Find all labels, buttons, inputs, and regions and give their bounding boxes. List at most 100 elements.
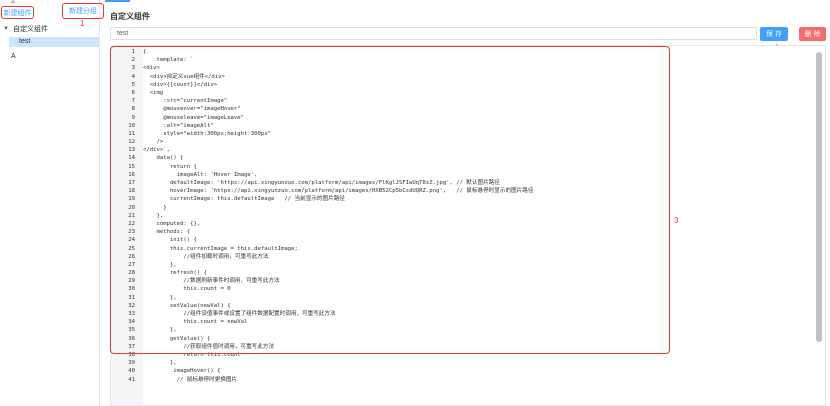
code-line: 15 return { — [111, 163, 811, 171]
line-number: 14 — [128, 155, 135, 162]
line-number: 21 — [128, 212, 135, 219]
line-code: // 鼠标悬停时更换图片 — [143, 376, 238, 383]
line-code: @mouseleave="imageLeave" — [143, 114, 245, 121]
line-code: refresh() { — [143, 270, 207, 277]
line-number: 17 — [128, 180, 135, 186]
tree-node-test[interactable]: test — [9, 37, 99, 47]
line-number: 24 — [128, 237, 135, 244]
line-code: methods: { — [143, 229, 191, 236]
line-code: /> — [143, 139, 164, 146]
line-number: 38 — [128, 351, 135, 358]
line-code: }, — [143, 294, 177, 301]
code-line: 12 /> — [111, 138, 811, 146]
code-line: 34 this.count = newVal — [111, 318, 811, 326]
line-code: }, — [143, 360, 177, 367]
line-code: defaultImage: 'https://api.xingyunzuo.co… — [143, 180, 500, 186]
line-number: 19 — [128, 196, 135, 203]
line-code: }, — [143, 327, 177, 334]
line-number: 33 — [128, 311, 135, 317]
code-lines: 1{2 template: ` 3 <div> 4 <div>自定义vue组件</di… — [111, 48, 811, 384]
line-code: style="width:300px;height:300px" — [143, 130, 271, 137]
line-code: //数据刷新事件时调用，可重写此方法 — [143, 278, 280, 285]
code-line: 20 } — [111, 204, 811, 212]
component-name-input[interactable]: test — [110, 27, 757, 40]
line-number: 23 — [128, 229, 135, 236]
annotation-2: 2 — [11, 0, 16, 5]
save-button[interactable]: 保 存 — [760, 27, 788, 41]
tree-node-a[interactable]: A — [11, 53, 16, 60]
code-line: 3 <div> — [111, 64, 811, 72]
code-line: 39 }, — [111, 359, 811, 367]
line-code: this.count = newVal — [143, 319, 248, 326]
line-number: 27 — [128, 261, 135, 268]
code-line: 35 }, — [111, 326, 811, 334]
line-code: //获取组件值时调用，可重写此方法 — [143, 343, 275, 350]
line-code: <img — [143, 89, 164, 96]
line-number: 7 — [131, 98, 135, 105]
line-number: 26 — [128, 253, 135, 260]
code-line: 38 return this.count — [111, 351, 811, 359]
code-line: 11 style="width:300px;height:300px" — [111, 130, 811, 138]
line-number: 6 — [131, 89, 135, 96]
active-tab-indicator — [105, 0, 130, 2]
line-number: 40 — [128, 368, 135, 375]
line-code: currentImage: this.defaultImage // 当前显示的… — [143, 196, 345, 203]
line-code: @mouseover="imageHover" — [143, 106, 241, 113]
line-number: 22 — [128, 220, 135, 227]
line-code: }, — [143, 261, 177, 268]
code-line: 10 :alt="imageAlt" — [111, 122, 811, 130]
line-number: 37 — [128, 343, 135, 350]
code-line: 18 hoverImage: 'https://api.xingyunzuo.c… — [111, 187, 811, 195]
code-line: 41 // 鼠标悬停时更换图片 — [111, 376, 811, 384]
new-component-button[interactable]: 新建组件 — [1, 6, 34, 19]
code-line: 32 setValue(newVal) { — [111, 302, 811, 310]
line-code: getValue() { — [143, 335, 211, 342]
line-code: //组件设值事件或设置了组件数据配置时调用，可重写此方法 — [143, 311, 336, 317]
code-line: 37 //获取组件值时调用，可重写此方法 — [111, 343, 811, 351]
line-code: <div> — [143, 65, 160, 72]
line-number: 11 — [128, 130, 135, 137]
line-code: <div>自定义vue组件</div> — [143, 73, 225, 80]
line-number: 28 — [128, 270, 135, 277]
delete-button[interactable]: 删 除 — [799, 27, 826, 41]
line-number: 1 — [131, 49, 135, 55]
line-number: 30 — [128, 286, 135, 293]
line-code: this.count = 0 — [143, 286, 231, 293]
code-line: 22 computed: {}, — [111, 220, 811, 228]
code-line: 33 //组件设值事件或设置了组件数据配置时调用，可重写此方法 — [111, 310, 811, 318]
code-line: 14 data() { — [111, 154, 811, 162]
line-number: 4 — [131, 73, 135, 80]
line-number: 25 — [128, 245, 135, 252]
line-number: 39 — [128, 360, 135, 367]
sidebar — [0, 0, 100, 406]
code-line: 23 methods: { — [111, 228, 811, 236]
line-code: init() { — [143, 237, 197, 244]
code-line: 9 @mouseleave="imageLeave" — [111, 114, 811, 122]
line-code: hoverImage: 'https://api.xingyunzuo.com/… — [143, 188, 534, 195]
code-line: 16 imageAlt: 'Hover Image', — [111, 171, 811, 179]
line-number: 29 — [128, 278, 135, 285]
code-line: 5 <div>{{count}}</div> — [111, 81, 811, 89]
code-line: 26 //组件加载时调用，可重写此方法 — [111, 253, 811, 261]
tree-node-custom-components[interactable]: ▼ 自定义组件 — [3, 24, 48, 34]
code-line: 28 refresh() { — [111, 269, 811, 277]
line-number: 32 — [128, 302, 135, 309]
line-number: 9 — [131, 114, 135, 121]
line-number: 13 — [128, 147, 135, 154]
new-group-button[interactable]: 新建分组 — [62, 3, 104, 19]
code-line: 19 currentImage: this.defaultImage // 当前… — [111, 195, 811, 203]
line-number: 5 — [131, 81, 135, 88]
code-line: 30 this.count = 0 — [111, 285, 811, 293]
line-code: return this.count — [143, 351, 241, 358]
line-number: 10 — [128, 122, 135, 129]
line-code: :alt="imageAlt" — [143, 122, 214, 129]
line-number: 12 — [128, 139, 135, 146]
editor-scrollbar[interactable] — [816, 52, 822, 342]
code-editor[interactable]: 1{2 template: ` 3 <div> 4 <div>自定义vue组件</di… — [110, 45, 826, 406]
tree-node-label: 自定义组件 — [12, 26, 48, 33]
line-code: } — [143, 204, 167, 211]
code-line: 31 }, — [111, 294, 811, 302]
annotation-3: 3 — [674, 216, 679, 225]
caret-down-icon: ▼ — [3, 26, 9, 32]
code-line: 40 imageHover() { — [111, 367, 811, 375]
